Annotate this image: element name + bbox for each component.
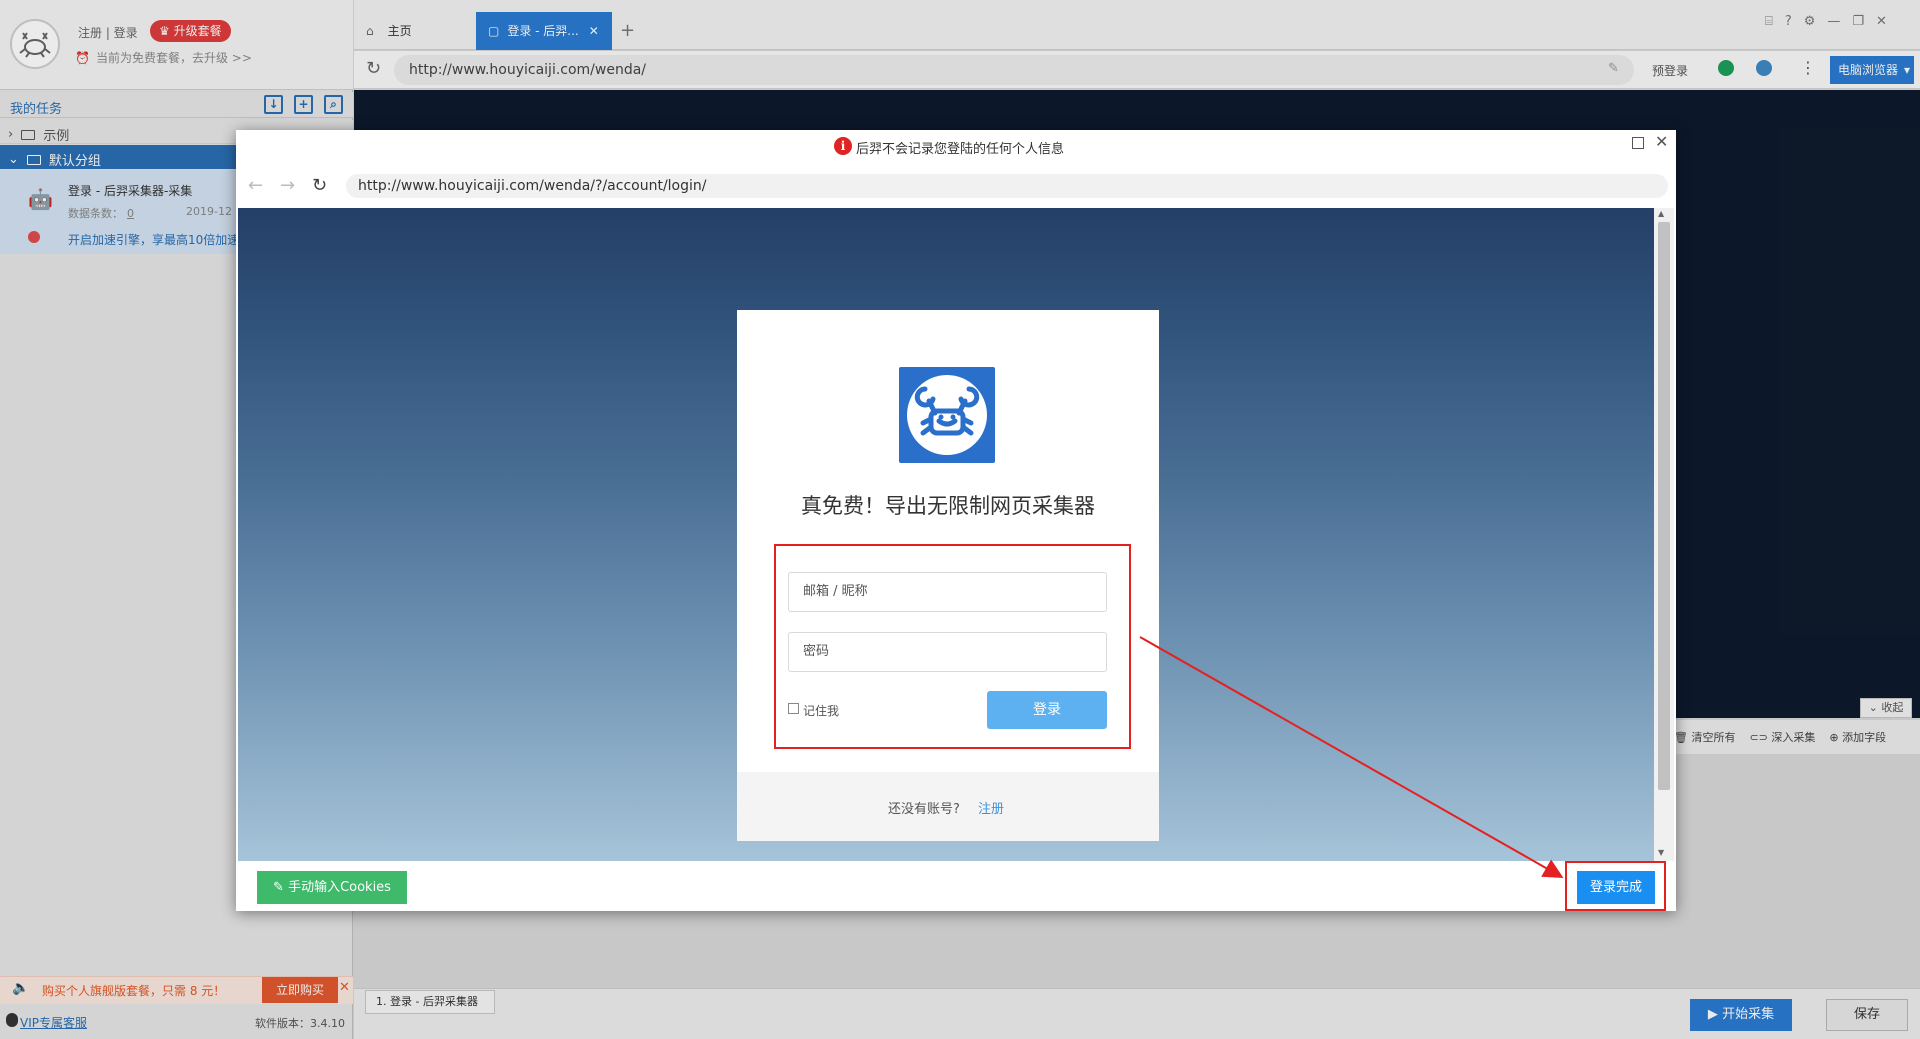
forward-icon[interactable]: →	[280, 175, 295, 196]
dialog-url-input[interactable]: http://www.houyicaiji.com/wenda/?/accoun…	[346, 174, 1668, 198]
close-icon[interactable]: ✕	[1655, 132, 1668, 151]
back-icon[interactable]: ←	[248, 175, 263, 196]
cookies-label: 手动输入Cookies	[288, 880, 391, 895]
slogan-heading: 真免费！导出无限制网页采集器	[801, 494, 1095, 518]
privacy-notice: 后羿不会记录您登陆的任何个人信息	[856, 142, 1065, 157]
scrollbar-thumb[interactable]	[1658, 222, 1670, 790]
reload-icon[interactable]: ↻	[312, 175, 327, 196]
pencil-icon: ✎	[273, 880, 289, 895]
crab-logo-icon	[907, 375, 987, 455]
info-icon: i	[834, 137, 852, 155]
scroll-down-icon[interactable]: ▼	[1658, 848, 1664, 857]
maximize-icon[interactable]	[1632, 137, 1644, 149]
scroll-up-icon[interactable]: ▲	[1658, 209, 1664, 218]
dialog-footer	[236, 861, 1676, 911]
highlight-box	[774, 544, 1131, 749]
manual-cookies-button[interactable]: ✎ 手动输入Cookies	[257, 871, 407, 904]
highlight-box	[1565, 861, 1666, 911]
register-link[interactable]: 注册	[978, 798, 1004, 817]
no-account-text: 还没有账号?	[888, 802, 960, 817]
